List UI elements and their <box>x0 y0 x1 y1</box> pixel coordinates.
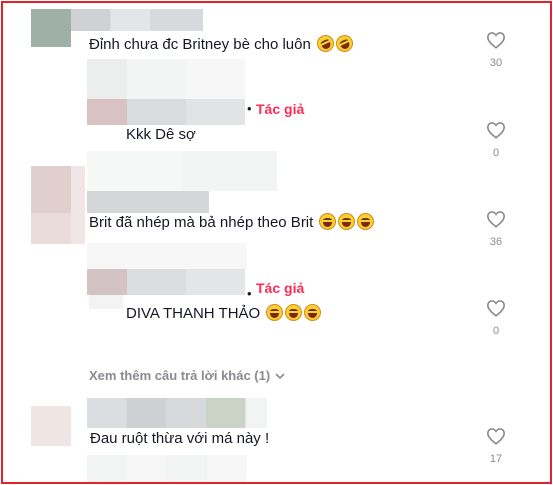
heart-outline-icon <box>486 32 506 49</box>
blurred-content <box>89 295 123 309</box>
username-blurred[interactable] <box>127 269 245 295</box>
comment-text: Đỉnh chưa đc Britney bè cho luôn <box>89 32 356 55</box>
avatar-blurred[interactable] <box>31 166 71 244</box>
username-blurred[interactable] <box>127 99 245 125</box>
blurred-content <box>87 243 247 269</box>
reply-avatar-blurred[interactable] <box>87 59 127 99</box>
author-badge: Tác giả <box>256 101 305 117</box>
comment-text: Kkk Dê sợ <box>126 126 196 143</box>
username-blurred[interactable] <box>87 99 127 125</box>
comment-text-content: Brit đã nhép mà bả nhép theo Brit <box>89 214 314 231</box>
like-count: 0 <box>492 325 500 337</box>
like-button[interactable] <box>484 31 508 49</box>
blurred-content <box>87 455 247 482</box>
reply-header-blurred <box>127 59 245 99</box>
username-blurred[interactable] <box>87 191 209 213</box>
like-button[interactable] <box>484 121 508 139</box>
avatar-blurred[interactable] <box>31 9 71 47</box>
rolling-laughing-icon <box>333 32 356 55</box>
comment-text-content: DIVA THANH THẢO <box>126 305 261 322</box>
like-count: 0 <box>492 147 500 159</box>
like-button[interactable] <box>484 210 508 228</box>
blurred-content <box>87 151 277 191</box>
like-count: 30 <box>489 57 503 69</box>
avatar-blurred <box>71 166 85 244</box>
grinning-squint-icon <box>338 213 356 230</box>
like-button[interactable] <box>484 299 508 317</box>
heart-outline-icon <box>486 300 506 317</box>
username-blurred[interactable] <box>71 9 203 31</box>
heart-outline-icon <box>486 428 506 445</box>
grinning-squint-icon <box>357 213 375 230</box>
grinning-squint-icon <box>319 213 337 230</box>
like-count: 17 <box>489 453 503 465</box>
rolling-laughing-icon <box>314 32 337 55</box>
comment-text: Brit đã nhép mà bả nhép theo Brit <box>89 213 375 231</box>
author-badge: Tác giả <box>256 280 305 296</box>
view-more-label: Xem thêm câu trả lời khác (1) <box>89 368 271 383</box>
separator-dot: • <box>247 286 252 301</box>
comment-text: Đau ruột thừa với má này ! <box>90 430 270 447</box>
comment-section: Đỉnh chưa đc Britney bè cho luôn 30 • Tá… <box>1 1 552 484</box>
like-count: 36 <box>489 236 503 248</box>
heart-outline-icon <box>486 122 506 139</box>
comment-text: DIVA THANH THẢO <box>126 304 322 322</box>
separator-dot: • <box>247 101 252 116</box>
view-more-replies-button[interactable]: Xem thêm câu trả lời khác (1) <box>89 368 286 383</box>
grinning-squint-icon <box>266 304 284 321</box>
chevron-down-icon <box>275 373 285 379</box>
username-blurred[interactable] <box>87 398 267 428</box>
comment-text-content: Đỉnh chưa đc Britney bè cho luôn <box>89 36 311 53</box>
username-blurred[interactable] <box>87 269 127 295</box>
grinning-squint-icon <box>285 304 303 321</box>
avatar-blurred[interactable] <box>31 406 71 446</box>
like-button[interactable] <box>484 427 508 445</box>
grinning-squint-icon <box>304 304 322 321</box>
heart-outline-icon <box>486 211 506 228</box>
